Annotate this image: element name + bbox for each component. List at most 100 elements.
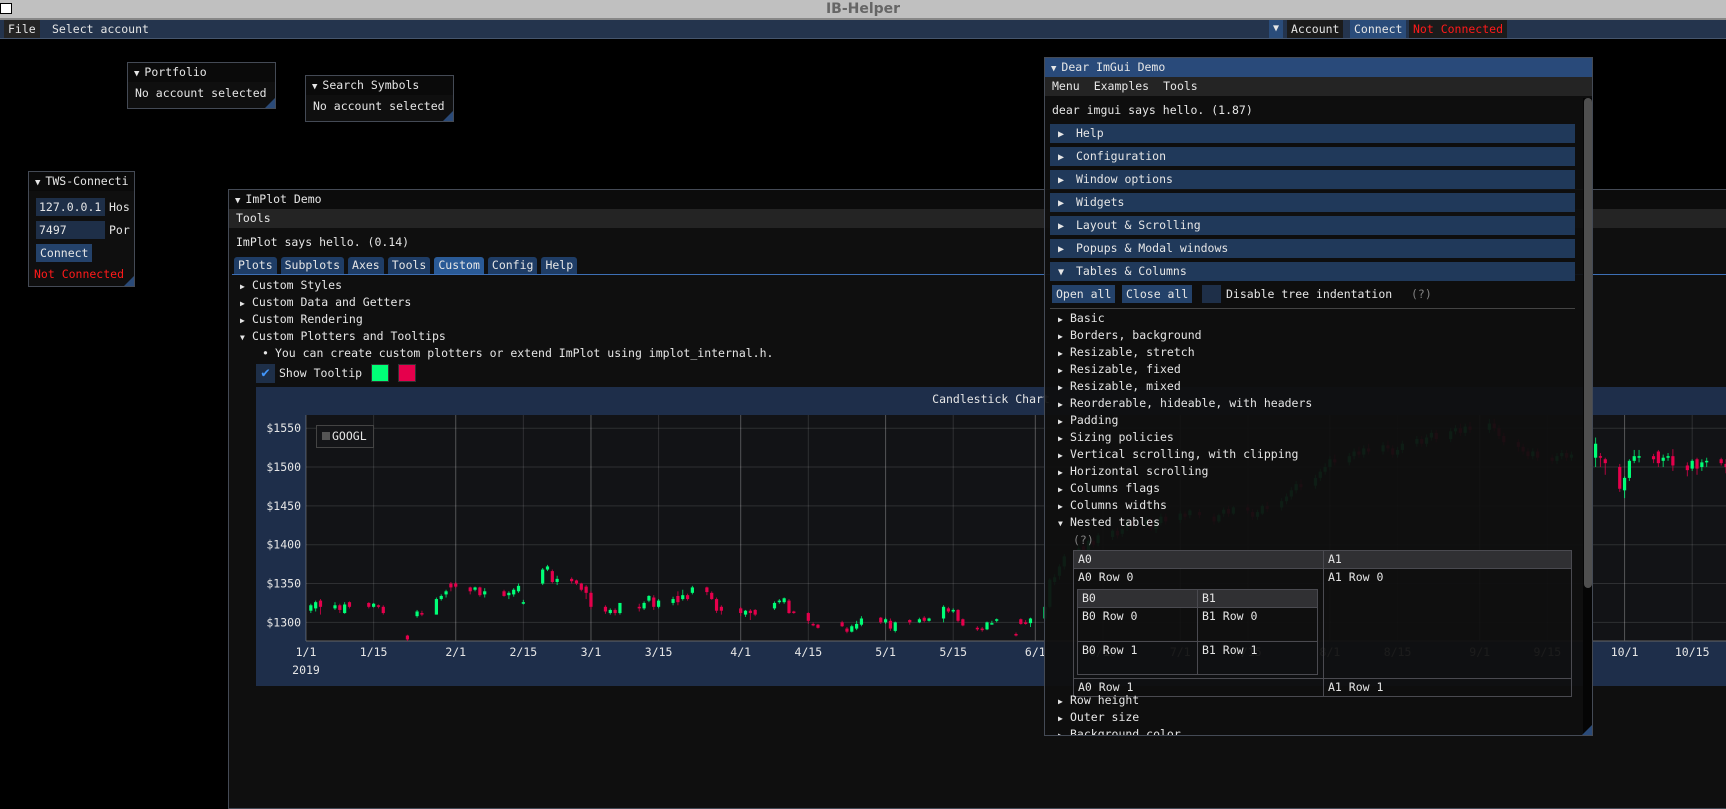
tab-subplots[interactable]: Subplots xyxy=(280,257,345,274)
close-all-button[interactable]: Close all xyxy=(1122,285,1193,303)
tree-columns-flags[interactable]: ▶ Columns flags xyxy=(1058,480,1312,497)
scrollbar-thumb[interactable] xyxy=(1584,98,1592,588)
demo-menu-menu[interactable]: Menu xyxy=(1045,79,1087,93)
legend-label[interactable]: GOOGL xyxy=(332,429,367,443)
outer-header-a1[interactable]: A1 xyxy=(1323,550,1572,569)
host-input[interactable]: 127.0.0.1 xyxy=(36,198,105,216)
tab-axes[interactable]: Axes xyxy=(348,257,384,274)
header-widgets[interactable]: ▶ Widgets xyxy=(1050,193,1575,212)
show-tooltip-checkbox[interactable]: ✔ xyxy=(256,364,275,383)
resize-grip[interactable] xyxy=(265,98,275,108)
tree-custom-rendering[interactable]: ▶ Custom Rendering xyxy=(240,311,363,328)
header-popups-modal[interactable]: ▶ Popups & Modal windows xyxy=(1050,239,1575,258)
tree-reorderable[interactable]: ▶ Reorderable, hideable, with headers xyxy=(1058,395,1312,412)
candle[interactable] xyxy=(618,602,622,615)
candle[interactable] xyxy=(893,621,897,633)
candle-body xyxy=(642,602,646,609)
tree-vertical-scrolling[interactable]: ▶ Vertical scrolling, with clipping xyxy=(1058,446,1312,463)
collapse-triangle-icon[interactable]: ▼ xyxy=(1051,60,1056,77)
candle[interactable] xyxy=(434,597,439,615)
implot-menu-tools[interactable]: Tools xyxy=(229,211,278,225)
bull-color-swatch[interactable] xyxy=(371,364,389,382)
header-configuration[interactable]: ▶ Configuration xyxy=(1050,147,1575,166)
tree-padding[interactable]: ▶ Padding xyxy=(1058,412,1312,429)
resize-grip[interactable] xyxy=(443,111,453,121)
inner-header-b1[interactable]: B1 xyxy=(1197,589,1318,608)
help-marker[interactable]: (?) xyxy=(1411,285,1432,303)
demo-menu-tools[interactable]: Tools xyxy=(1156,79,1205,93)
tree-custom-plotters-tooltips[interactable]: ▼ Custom Plotters and Tooltips xyxy=(240,328,446,345)
portfolio-title-bar[interactable]: ▼ Portfolio xyxy=(128,63,275,82)
tab-config[interactable]: Config xyxy=(487,257,538,274)
outer-header-a0[interactable]: A0 xyxy=(1073,550,1324,569)
collapse-triangle-icon[interactable]: ▼ xyxy=(134,65,139,82)
menu-file[interactable]: File xyxy=(4,20,40,38)
tree-basic[interactable]: ▶ Basic xyxy=(1058,310,1312,327)
menu-select-account[interactable]: Select account xyxy=(48,20,153,38)
candle[interactable] xyxy=(985,621,989,631)
tree-custom-styles[interactable]: ▶ Custom Styles xyxy=(240,277,342,294)
tree-label: Columns flags xyxy=(1070,481,1161,495)
candle-body xyxy=(961,619,965,626)
demo-menu-examples[interactable]: Examples xyxy=(1087,79,1156,93)
tree-resizable-stretch[interactable]: ▶ Resizable, stretch xyxy=(1058,344,1312,361)
tree-resizable-mixed[interactable]: ▶ Resizable, mixed xyxy=(1058,378,1312,395)
tree-columns-widths[interactable]: ▶ Columns widths xyxy=(1058,497,1312,514)
header-help[interactable]: ▶ Help xyxy=(1050,124,1575,143)
tree-borders-background[interactable]: ▶ Borders, background xyxy=(1058,327,1312,344)
disable-indent-checkbox[interactable] xyxy=(1202,285,1221,303)
header-window-options[interactable]: ▶ Window options xyxy=(1050,170,1575,189)
bear-color-swatch[interactable] xyxy=(398,364,416,382)
candle[interactable] xyxy=(1618,463,1622,492)
nested-help-marker[interactable]: (?) xyxy=(1073,532,1094,549)
tree-sizing-policies[interactable]: ▶ Sizing policies xyxy=(1058,429,1312,446)
port-label: Por xyxy=(109,223,130,237)
collapse-triangle-icon[interactable]: ▼ xyxy=(235,192,240,209)
search-symbols-title-bar[interactable]: ▼ Search Symbols xyxy=(306,76,453,95)
candle[interactable] xyxy=(1627,459,1632,482)
inner-header-b0[interactable]: B0 xyxy=(1077,589,1198,608)
scrollbar-track[interactable] xyxy=(1583,98,1592,735)
tree-arrow-right-icon: ▶ xyxy=(1058,383,1063,392)
connect-button[interactable]: Connect xyxy=(1350,20,1407,38)
tws-connect-button[interactable]: Connect xyxy=(36,244,93,262)
candle-body xyxy=(990,623,994,625)
header-tables-columns[interactable]: ▼ Tables & Columns xyxy=(1050,262,1575,281)
candle[interactable] xyxy=(589,591,593,610)
candle[interactable] xyxy=(961,618,965,627)
tree-resizable-fixed[interactable]: ▶ Resizable, fixed xyxy=(1058,361,1312,378)
tree-arrow-right-icon: ▶ xyxy=(1058,451,1063,460)
collapse-triangle-icon[interactable]: ▼ xyxy=(312,78,317,95)
tree-row-height[interactable]: ▶ Row height xyxy=(1058,692,1181,709)
tab-plots[interactable]: Plots xyxy=(234,257,277,274)
candle[interactable] xyxy=(1019,618,1023,625)
candle[interactable] xyxy=(787,599,791,614)
resize-grip[interactable] xyxy=(1582,725,1592,735)
tab-help[interactable]: Help xyxy=(541,257,578,274)
tree-nested-tables[interactable]: ▼ Nested tables xyxy=(1058,514,1312,531)
tab-custom[interactable]: Custom xyxy=(434,257,484,274)
y-tick-label: $1350 xyxy=(266,577,301,591)
candle[interactable] xyxy=(550,569,554,584)
candle-body xyxy=(367,602,371,607)
tree-outer-size[interactable]: ▶ Outer size xyxy=(1058,709,1181,726)
candle-body xyxy=(1014,634,1018,636)
tree-horizontal-scrolling[interactable]: ▶ Horizontal scrolling xyxy=(1058,463,1312,480)
open-all-button[interactable]: Open all xyxy=(1052,285,1116,303)
resize-grip[interactable] xyxy=(124,276,134,286)
candle[interactable] xyxy=(956,609,960,623)
candle[interactable] xyxy=(541,567,545,586)
candle-body xyxy=(574,580,579,584)
port-input[interactable]: 7497 xyxy=(36,221,105,239)
account-combo[interactable]: Account xyxy=(1287,20,1344,38)
header-layout-scrolling[interactable]: ▶ Layout & Scrolling xyxy=(1050,216,1575,235)
tws-title-bar[interactable]: ▼ TWS-Connecti xyxy=(29,172,134,191)
demo-title-bar[interactable]: ▼ Dear ImGui Demo xyxy=(1045,58,1592,77)
collapse-triangle-icon[interactable]: ▼ xyxy=(35,174,40,191)
account-combo-arrow-icon[interactable]: ▼ xyxy=(1269,20,1284,38)
tree-custom-data-getters[interactable]: ▶ Custom Data and Getters xyxy=(240,294,411,311)
tab-tools[interactable]: Tools xyxy=(387,257,431,274)
legend-swatch[interactable] xyxy=(322,432,330,440)
tree-background-color[interactable]: ▶Background color xyxy=(1058,726,1181,735)
inner-cell: B0 Row 1 xyxy=(1077,641,1198,675)
